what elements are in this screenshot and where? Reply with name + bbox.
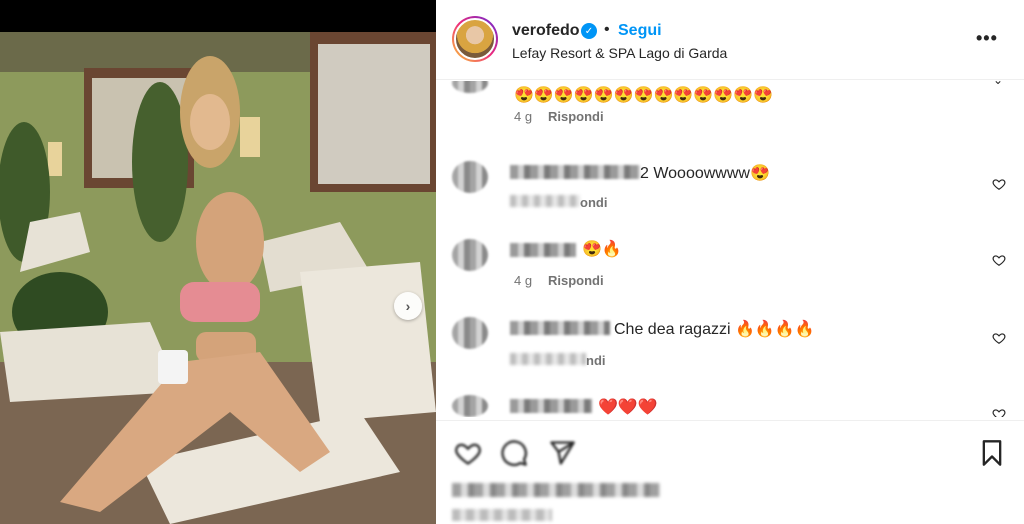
comment-text: 😍🔥: [582, 241, 622, 258]
comment-meta-blurred: [510, 195, 580, 207]
heart-icon[interactable]: [454, 439, 482, 467]
post-header: verofedo ✓ • Segui Lefay Resort & SPA La…: [436, 0, 1024, 80]
comment-avatar[interactable]: [452, 81, 488, 93]
post-date-blurred: [452, 509, 552, 521]
comment-text: 😍😍😍😍😍😍😍😍😍😍😍😍😍: [514, 87, 773, 104]
comment-text: ❤️❤️❤️: [598, 399, 658, 416]
next-arrow-icon: ›: [405, 298, 411, 314]
next-photo-button[interactable]: ›: [394, 292, 422, 320]
post-photo-panel: ›: [0, 0, 436, 524]
action-bar: [436, 420, 1024, 524]
reply-button[interactable]: Rispondi: [548, 273, 604, 288]
avatar[interactable]: [452, 16, 498, 62]
comment-time: 4 g: [514, 273, 533, 288]
reply-button[interactable]: ondi: [580, 195, 607, 210]
comment-avatar[interactable]: [452, 161, 488, 193]
more-icon[interactable]: •••: [976, 28, 998, 49]
likes-count-blurred: [452, 483, 660, 497]
comment-text: Che dea ragazzi 🔥🔥🔥🔥: [614, 321, 815, 338]
bookmark-icon[interactable]: [978, 439, 1006, 467]
post-image[interactable]: [0, 32, 436, 524]
comments-list: 😍😍😍😍😍😍😍😍😍😍😍😍😍 4 g Rispondi ⌄ 2 Woooowwww…: [436, 81, 1024, 417]
username[interactable]: verofedo: [512, 22, 580, 40]
comment-meta-blurred: [510, 353, 586, 365]
comment-time: 4 g: [514, 109, 533, 124]
verified-icon: ✓: [581, 23, 597, 39]
comment-username[interactable]: [510, 321, 610, 335]
reply-button[interactable]: ndi: [586, 353, 606, 368]
comment-avatar[interactable]: [452, 395, 488, 417]
heart-icon[interactable]: [992, 331, 1006, 345]
location-link[interactable]: Lefay Resort & SPA Lago di Garda: [512, 45, 727, 61]
comment-avatar[interactable]: [452, 317, 488, 349]
comment-username[interactable]: [510, 399, 592, 413]
post-side-panel: verofedo ✓ • Segui Lefay Resort & SPA La…: [436, 0, 1024, 524]
share-icon[interactable]: [548, 439, 576, 467]
chevron-down-icon[interactable]: ⌄: [993, 81, 1003, 87]
reply-button[interactable]: Rispondi: [548, 109, 604, 124]
heart-icon[interactable]: [992, 253, 1006, 267]
comment-username[interactable]: [510, 243, 576, 257]
comment-icon[interactable]: [500, 439, 528, 467]
post-modal: › verofedo ✓ • Segui Lefay Resort & SPA …: [0, 0, 1024, 524]
comment-username[interactable]: [510, 165, 640, 179]
separator-dot: •: [604, 21, 610, 38]
comment-text: 2 Woooowwww😍: [640, 165, 770, 182]
comment-avatar[interactable]: [452, 239, 488, 271]
heart-icon[interactable]: [992, 177, 1006, 191]
heart-icon[interactable]: [992, 407, 1006, 417]
follow-button[interactable]: Segui: [618, 22, 662, 40]
